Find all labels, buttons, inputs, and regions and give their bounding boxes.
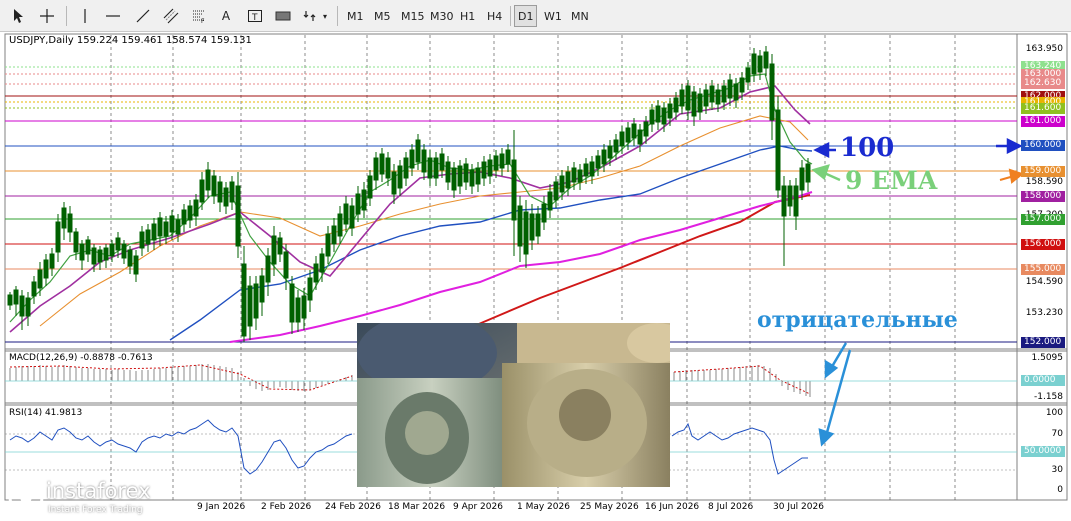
- level-tag: 162.630: [1021, 78, 1065, 89]
- level-tag: 157.000: [1021, 214, 1065, 225]
- brand-tagline: Instant Forex Trading: [48, 505, 143, 515]
- rsi-axis-label: 30: [1051, 465, 1063, 475]
- dropdown-icon[interactable]: ▾: [320, 5, 330, 27]
- date-axis-label: 9 Jan 2026: [197, 502, 246, 512]
- vertical-line-icon[interactable]: [78, 5, 92, 27]
- level-tag: 160.000: [1021, 140, 1065, 151]
- price-axis-label: 153.230: [1025, 308, 1063, 318]
- terminal-window: F A T ▾ M1 M5 M15 M30 H1 H4 D1 W1 MN USD…: [0, 0, 1071, 521]
- timeframe-h1[interactable]: H1: [457, 5, 478, 27]
- price-axis-label: 163.950: [1025, 44, 1063, 54]
- trendline-icon[interactable]: [134, 5, 152, 27]
- macd-header: MACD(12,26,9) -0.8878 -0.7613: [9, 353, 153, 363]
- svg-text:F: F: [201, 18, 205, 24]
- timeframe-mn[interactable]: MN: [568, 5, 592, 27]
- date-axis-label: 8 Jul 2026: [708, 502, 754, 512]
- rsi-axis-label: 70: [1051, 429, 1063, 439]
- svg-text:T: T: [251, 13, 258, 23]
- level-tag: 152.000: [1021, 337, 1065, 348]
- annotation-100: 100: [840, 133, 895, 163]
- toolbar: F A T ▾ M1 M5 M15 M30 H1 H4 D1 W1 MN: [0, 0, 1071, 32]
- timeframe-m1[interactable]: M1: [344, 5, 367, 27]
- price-axis-label: 154.590: [1025, 277, 1063, 287]
- date-axis-label: 18 Mar 2026: [388, 502, 446, 512]
- level-tag: 161.000: [1021, 116, 1065, 127]
- date-axis-label: 2 Feb 2026: [261, 502, 312, 512]
- crosshair-icon[interactable]: [38, 5, 56, 27]
- text-icon[interactable]: A: [218, 5, 234, 27]
- timeframe-m30[interactable]: M30: [427, 5, 457, 27]
- brand-logo-icon: [8, 479, 44, 515]
- date-axis-label: 24 Feb 2026: [325, 502, 382, 512]
- chart-symbol-header: USDJPY,Daily 159.224 159.461 158.574 159…: [9, 35, 252, 46]
- brand-name: instaforex: [46, 479, 151, 503]
- price-axis-label: 158.590: [1025, 177, 1063, 187]
- brand-watermark: instaforex Instant Forex Trading: [8, 477, 183, 517]
- timeframe-h4[interactable]: H4: [484, 5, 505, 27]
- level-tag: 158.000: [1021, 191, 1065, 202]
- macd-zero-tag: 0.0000: [1021, 375, 1065, 386]
- rsi-header: RSI(14) 41.9813: [9, 408, 83, 418]
- rsi-mid-tag: 50.0000: [1021, 446, 1065, 457]
- timeframe-m5[interactable]: M5: [371, 5, 394, 27]
- cursor-icon[interactable]: [10, 5, 28, 27]
- timeframe-m15[interactable]: M15: [398, 5, 428, 27]
- date-axis-label: 16 Jun 2026: [645, 502, 700, 512]
- level-tag: 156.000: [1021, 239, 1065, 250]
- label-icon[interactable]: T: [246, 5, 264, 27]
- level-tag: 155.000: [1021, 264, 1065, 275]
- rsi-axis-label: 100: [1045, 408, 1063, 418]
- date-axis-label: 1 May 2026: [517, 502, 570, 512]
- level-tag: 159.000: [1021, 166, 1065, 177]
- timeframe-d1[interactable]: D1: [514, 5, 538, 27]
- date-axis-label: 30 Jul 2026: [773, 502, 824, 512]
- annotation-ema: 9 EMA: [845, 166, 938, 195]
- fibonacci-icon[interactable]: F: [190, 5, 208, 27]
- macd-axis-label: 1.5095: [1031, 353, 1064, 363]
- channel-icon[interactable]: [162, 5, 180, 27]
- date-axis-label: 25 May 2026: [580, 502, 639, 512]
- banknotes-photo: [357, 323, 670, 487]
- annotation-negative: отрицательные: [757, 307, 958, 333]
- date-axis-label: 9 Apr 2026: [453, 502, 503, 512]
- timeframe-w1[interactable]: W1: [541, 5, 565, 27]
- arrows-icon[interactable]: [302, 5, 320, 27]
- level-tag: 161.600: [1021, 103, 1065, 114]
- horizontal-line-icon[interactable]: [104, 5, 122, 27]
- rsi-axis-label: 0: [1057, 485, 1063, 495]
- macd-axis-label: -1.158: [1033, 392, 1063, 402]
- rectangle-icon[interactable]: [274, 5, 292, 27]
